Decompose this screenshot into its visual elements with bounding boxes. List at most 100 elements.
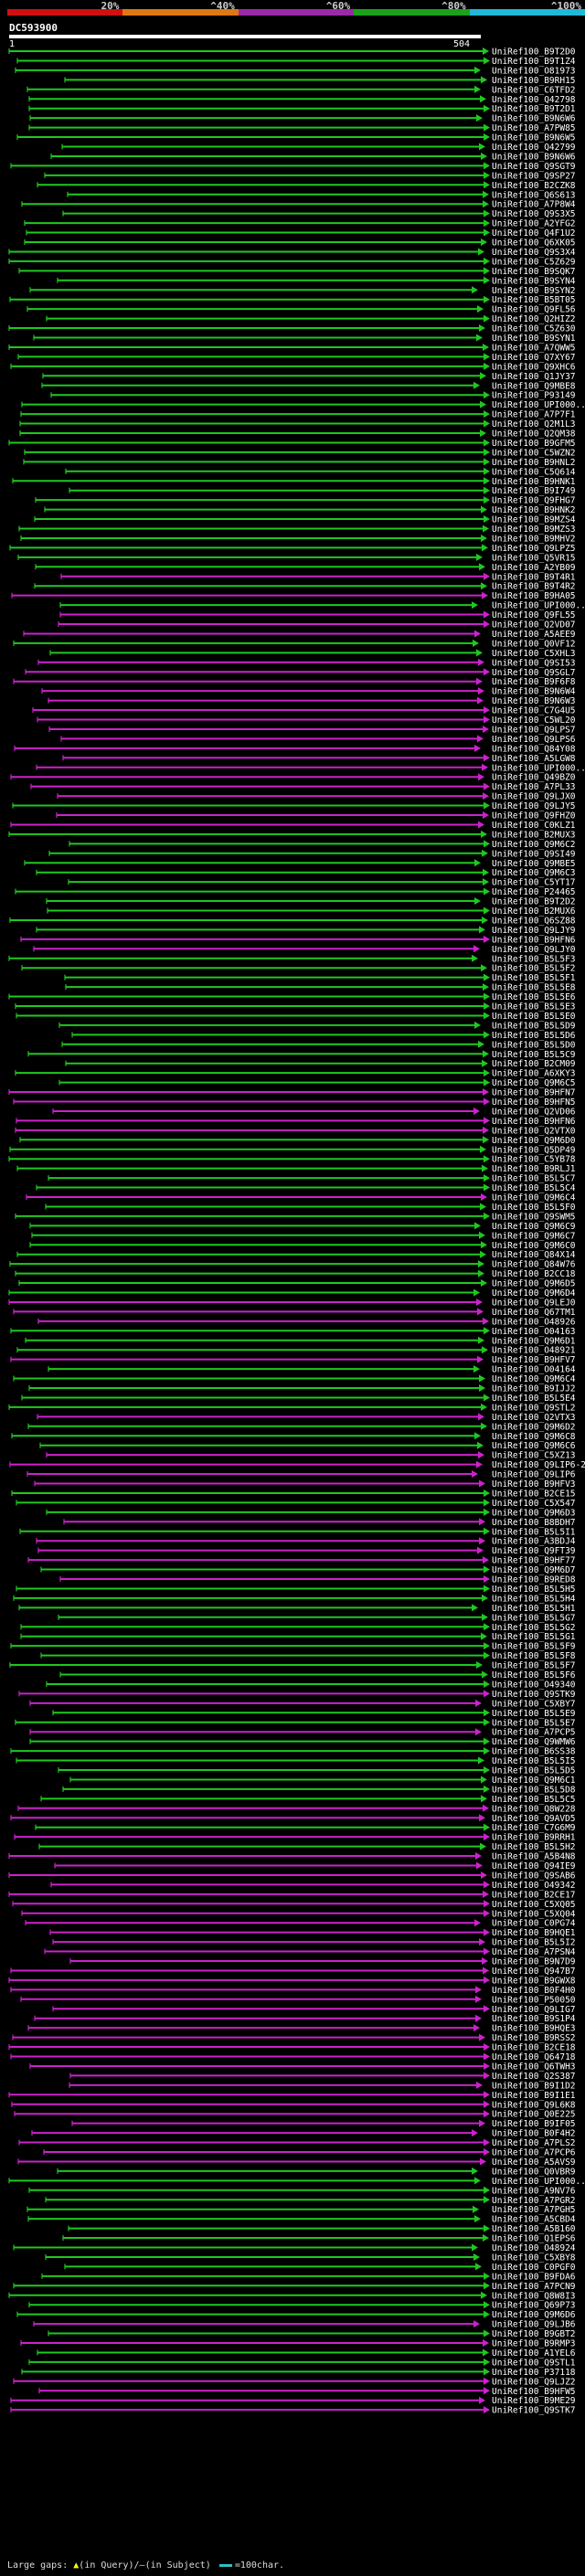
hit-row[interactable]: UniRef100_B5L5E3 <box>15 1002 576 1012</box>
hit-label[interactable]: UniRef100_B8BDH7 <box>492 1518 576 1528</box>
hit-row[interactable]: UniRef100_P93149 <box>50 391 576 401</box>
hit-row[interactable]: UniRef100_B9HFV7 <box>10 1355 576 1365</box>
hit-row[interactable]: UniRef100_B9ME29 <box>10 2396 576 2406</box>
hit-row[interactable]: UniRef100_Q9SP27 <box>44 171 576 181</box>
hit-label[interactable]: UniRef100_Q9M6D6 <box>492 2310 576 2320</box>
hit-label[interactable]: UniRef100_B9T2D0 <box>492 48 576 58</box>
hit-row[interactable]: UniRef100_Q94IE9 <box>54 1861 576 1871</box>
hit-row[interactable]: UniRef100_Q1EPS6 <box>62 2234 576 2244</box>
hit-row[interactable]: UniRef100_Q6SZ88 <box>9 916 576 926</box>
hit-row[interactable]: UniRef100_B9HQE3 <box>27 2024 576 2034</box>
hit-label[interactable]: UniRef100_C5XHL3 <box>492 649 576 659</box>
hit-label[interactable]: UniRef100_B2CE17 <box>492 1890 576 1900</box>
hit-row[interactable]: UniRef100_B5L5D6 <box>71 1031 576 1041</box>
hit-label[interactable]: UniRef100_Q9M6D4 <box>492 1288 576 1299</box>
hit-row[interactable]: UniRef100_Q9XHC6 <box>10 362 576 372</box>
hit-label[interactable]: UniRef100_C5YB78 <box>492 1155 576 1165</box>
hit-label[interactable]: UniRef100_B9T2D1 <box>492 104 576 114</box>
hit-label[interactable]: UniRef100_A7PSN4 <box>492 1947 576 1957</box>
hit-row[interactable]: UniRef100_B6SS38 <box>10 1747 576 1757</box>
hit-row[interactable]: UniRef100_B9HFN5 <box>13 1097 576 1108</box>
hit-row[interactable]: UniRef100_B9RED8 <box>59 1575 576 1585</box>
hit-label[interactable]: UniRef100_C5XBY8 <box>492 2253 576 2263</box>
hit-row[interactable]: UniRef100_B9HFW5 <box>38 2387 576 2397</box>
hit-row[interactable]: UniRef100_Q9M6D7 <box>40 1565 576 1575</box>
hit-label[interactable]: UniRef100_B5L5H2 <box>492 1842 576 1852</box>
hit-label[interactable]: UniRef100_Q9LPS7 <box>492 725 576 735</box>
hit-label[interactable]: UniRef100_Q7XY67 <box>492 353 576 363</box>
hit-label[interactable]: UniRef100_A5CBD4 <box>492 2215 576 2225</box>
hit-row[interactable]: UniRef100_B9RLJ1 <box>16 1164 576 1174</box>
hit-label[interactable]: UniRef100_Q9M6C1 <box>492 1776 576 1786</box>
hit-label[interactable]: UniRef100_B9I749 <box>492 486 576 496</box>
hit-label[interactable]: UniRef100_Q9M6D5 <box>492 1279 576 1289</box>
hit-label[interactable]: UniRef100_A5B4N8 <box>492 1852 576 1862</box>
hit-label[interactable]: UniRef100_Q0E225 <box>492 2110 576 2120</box>
hit-label[interactable]: UniRef100_B5L5E4 <box>492 1394 576 1404</box>
hit-label[interactable]: UniRef100_B5L5F9 <box>492 1642 576 1652</box>
hit-label[interactable]: UniRef100_B9N6W3 <box>492 696 576 706</box>
hit-label[interactable]: UniRef100_B9T1Z4 <box>492 57 576 67</box>
hit-label[interactable]: UniRef100_Q0VF12 <box>492 639 576 649</box>
hit-label[interactable]: UniRef100_Q9S3X5 <box>492 209 576 219</box>
hit-row[interactable]: UniRef100_A1YEL6 <box>37 2348 576 2359</box>
hit-label[interactable]: UniRef100_B9T2D2 <box>492 897 576 907</box>
hit-label[interactable]: UniRef100_B5L5F3 <box>492 954 576 964</box>
hit-row[interactable]: UniRef100_Q9SI49 <box>48 849 576 859</box>
hit-row[interactable]: UniRef100_A7PGH5 <box>27 2205 576 2215</box>
hit-label[interactable]: UniRef100_Q9FHG7 <box>492 496 576 506</box>
hit-label[interactable]: UniRef100_A7PGH5 <box>492 2205 576 2215</box>
hit-row[interactable]: UniRef100_Q9LJX0 <box>57 792 576 802</box>
hit-label[interactable]: UniRef100_C5XQ04 <box>492 1909 576 1919</box>
hit-label[interactable]: UniRef100_A7PLS2 <box>492 2138 576 2148</box>
hit-label[interactable]: UniRef100_Q9M6C5 <box>492 1078 576 1088</box>
hit-row[interactable]: UniRef100_B9SYN1 <box>33 334 576 344</box>
hit-row[interactable]: UniRef100_B5L5C9 <box>27 1050 576 1060</box>
hit-row[interactable]: UniRef100_A7PCP6 <box>43 2148 576 2158</box>
hit-label[interactable]: UniRef100_B9SYN2 <box>492 286 576 296</box>
hit-row[interactable]: UniRef100_B5L5F6 <box>59 1670 576 1680</box>
hit-row[interactable]: UniRef100_B9GBT2 <box>48 2329 576 2339</box>
hit-row[interactable]: UniRef100_A5AEE9 <box>23 630 576 640</box>
hit-label[interactable]: UniRef100_B5L5F6 <box>492 1670 576 1680</box>
hit-row[interactable]: UniRef100_B2CE17 <box>8 1890 576 1900</box>
hit-label[interactable]: UniRef100_C5WZN2 <box>492 448 576 458</box>
hit-row[interactable]: UniRef100_B9HNK2 <box>44 505 576 515</box>
hit-label[interactable]: UniRef100_C5X547 <box>492 1499 576 1509</box>
hit-row[interactable]: UniRef100_B9GFM5 <box>8 439 576 449</box>
hit-row[interactable]: UniRef100_Q69P73 <box>28 2301 576 2311</box>
hit-row[interactable]: UniRef100_B2CE18 <box>8 2043 576 2053</box>
hit-label[interactable]: UniRef100_Q9FL55 <box>492 610 576 620</box>
hit-label[interactable]: UniRef100_Q9AVD5 <box>492 1814 576 1824</box>
hit-label[interactable]: UniRef100_B9SQK7 <box>492 267 576 277</box>
hit-row[interactable]: UniRef100_B5L5C7 <box>48 1174 576 1184</box>
hit-label[interactable]: UniRef100_P50050 <box>492 1995 576 2005</box>
hit-label[interactable]: UniRef100_B9HNK1 <box>492 477 576 487</box>
hit-label[interactable]: UniRef100_B9HFV7 <box>492 1355 576 1365</box>
hit-row[interactable]: UniRef100_C5XZ13 <box>46 1451 576 1461</box>
hit-row[interactable]: UniRef100_B5L5H2 <box>38 1842 576 1852</box>
hit-row[interactable]: UniRef100_Q9S3X4 <box>8 248 576 258</box>
hit-label[interactable]: UniRef100_B5L5F1 <box>492 973 576 983</box>
hit-row[interactable]: UniRef100_A5AVS9 <box>17 2157 576 2168</box>
hit-row[interactable]: UniRef100_Q9M6C3 <box>36 868 576 878</box>
hit-label[interactable]: UniRef100_A5B160 <box>492 2224 576 2234</box>
hit-label[interactable]: UniRef100_B6SS38 <box>492 1747 576 1757</box>
hit-row[interactable]: UniRef100_B9HQE1 <box>49 1928 576 1938</box>
hit-row[interactable]: UniRef100_A7PCP5 <box>29 1728 576 1738</box>
hit-row[interactable]: UniRef100_Q5DP49 <box>9 1145 576 1155</box>
hit-row[interactable]: UniRef100_B2CE15 <box>11 1489 576 1499</box>
hit-row[interactable]: UniRef100_C5Z630 <box>8 324 576 334</box>
hit-label[interactable]: UniRef100_Q2M1L3 <box>492 419 576 429</box>
hit-row[interactable]: UniRef100_Q9AVD5 <box>10 1814 576 1824</box>
hit-row[interactable]: UniRef100_B9HNL2 <box>23 458 576 468</box>
hit-row[interactable]: UniRef100_B5L5G1 <box>20 1632 576 1642</box>
hit-row[interactable]: UniRef100_Q9LJZ2 <box>13 2377 576 2387</box>
hit-label[interactable]: UniRef100_Q9LPZ5 <box>492 544 576 554</box>
hit-label[interactable]: UniRef100_Q9LJY9 <box>492 926 576 936</box>
hit-row[interactable]: UniRef100_B9N6W6 <box>29 114 576 124</box>
hit-label[interactable]: UniRef100_C5WL20 <box>492 716 576 726</box>
hit-label[interactable]: UniRef100_B5L5C9 <box>492 1050 576 1060</box>
hit-label[interactable]: UniRef100_B9HFW5 <box>492 2387 576 2397</box>
hit-row[interactable]: UniRef100_B5L5D5 <box>58 1766 576 1776</box>
